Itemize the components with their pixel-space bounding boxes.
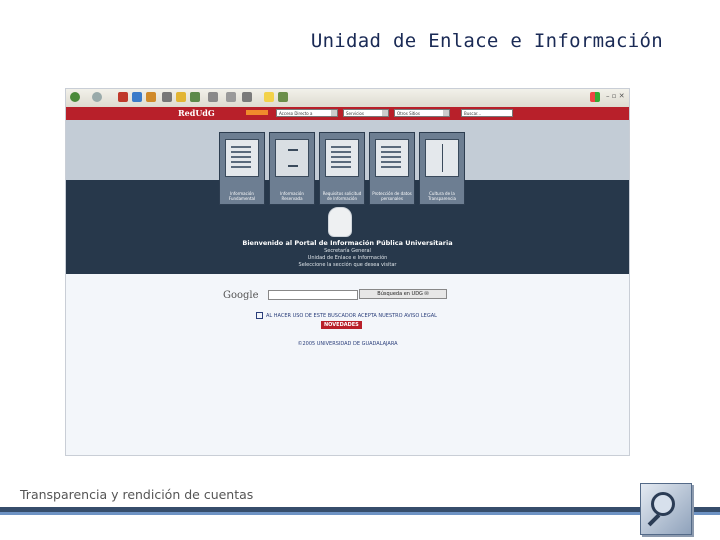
- browser-toolbar: – ▫ ✕: [66, 89, 629, 108]
- card-requisitos-solicitud[interactable]: Requisitos solicitud de Información: [319, 132, 365, 205]
- site-navbar: RedUdG Acceso Directo a Servicios Otros …: [66, 107, 629, 120]
- novedades-button[interactable]: NOVEDADES: [321, 321, 362, 329]
- select-otros-sitios[interactable]: Otros Sitios: [394, 109, 450, 117]
- google-search-button[interactable]: Búsqueda en UDG ✉: [359, 289, 447, 299]
- footer-rule-accent: [0, 512, 720, 515]
- footer-caption: Transparencia y rendición de cuentas: [20, 487, 254, 502]
- card-informacion-reservada[interactable]: Información Reservada: [269, 132, 315, 205]
- copyright-link[interactable]: ©2005 UNIVERSIDAD DE GUADALAJARA: [66, 341, 629, 347]
- documents-icon: [225, 139, 259, 177]
- google-logo: Google: [223, 290, 259, 301]
- site-logo[interactable]: RedUdG: [178, 108, 215, 118]
- home-icon[interactable]: [146, 92, 156, 102]
- stop-icon[interactable]: [118, 92, 128, 102]
- legal-checkbox[interactable]: [256, 312, 263, 319]
- mail-icon[interactable]: [208, 92, 218, 102]
- back-icon[interactable]: [70, 92, 80, 102]
- portal-screenshot: – ▫ ✕ RedUdG Acceso Directo a Servicios …: [65, 88, 630, 456]
- select-servicios[interactable]: Servicios: [343, 109, 389, 117]
- open-book-icon: [425, 139, 459, 177]
- nav-arrow: [246, 110, 268, 115]
- slide-title: Unidad de Enlace e Información: [310, 30, 663, 52]
- window-controls[interactable]: – ▫ ✕: [606, 92, 625, 100]
- history-icon[interactable]: [190, 92, 200, 102]
- legal-notice: AL HACER USO DE ESTE BUSCADOR ACEPTA NUE…: [256, 312, 437, 319]
- form-pen-icon: [325, 139, 359, 177]
- forward-icon[interactable]: [92, 92, 102, 102]
- print-icon[interactable]: [226, 92, 236, 102]
- favorites-icon[interactable]: [176, 92, 186, 102]
- folder-icon[interactable]: [264, 92, 274, 102]
- welcome-heading: Bienvenido al Portal de Información Públ…: [242, 239, 453, 247]
- file-cabinet-icon: [275, 139, 309, 177]
- windows-logo-icon: [590, 92, 600, 102]
- subtitle-unidad: Unidad de Enlace e Información: [307, 255, 388, 261]
- subtitle-instruction: Seleccione la sección que desea visitar: [298, 262, 397, 268]
- document-lock-icon: [375, 139, 409, 177]
- search-field[interactable]: Buscar...: [461, 109, 513, 117]
- search-icon[interactable]: [162, 92, 172, 102]
- card-cultura-transparencia[interactable]: Cultura de la Transparencia: [419, 132, 465, 205]
- magnifier-logo-icon: [640, 483, 692, 535]
- google-search-input[interactable]: [268, 290, 358, 300]
- subtitle-secretaria: Secretaría General: [324, 248, 371, 254]
- refresh-icon[interactable]: [132, 92, 142, 102]
- messenger-icon[interactable]: [278, 92, 288, 102]
- university-seal-icon: [328, 207, 352, 237]
- edit-icon[interactable]: [242, 92, 252, 102]
- card-informacion-fundamental[interactable]: Información Fundamental: [219, 132, 265, 205]
- select-acceso-directo[interactable]: Acceso Directo a: [276, 109, 338, 117]
- card-proteccion-datos[interactable]: Protección de datos personales: [369, 132, 415, 205]
